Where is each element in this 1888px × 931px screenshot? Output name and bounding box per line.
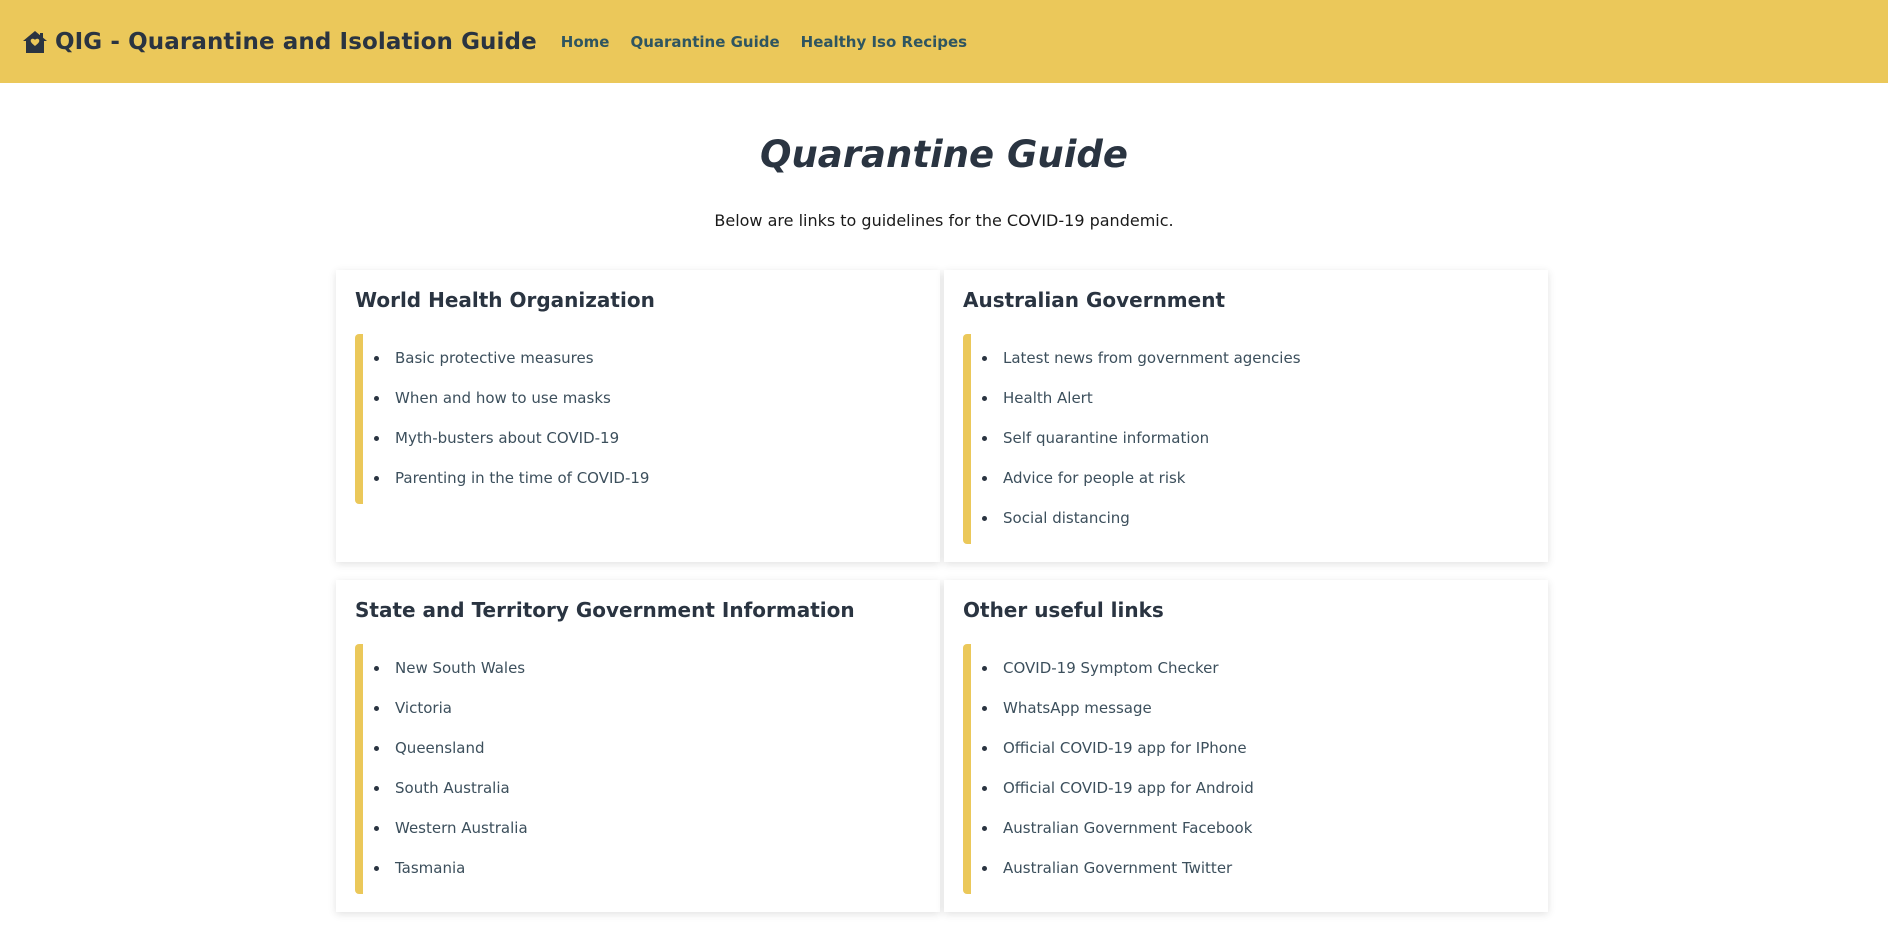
list-item: Victoria xyxy=(374,698,921,718)
link[interactable]: New South Wales xyxy=(395,659,525,677)
nav-link-home[interactable]: Home xyxy=(561,33,610,51)
link[interactable]: Official COVID-19 app for IPhone xyxy=(1003,739,1247,757)
link[interactable]: Parenting in the time of COVID-19 xyxy=(395,469,649,487)
link[interactable]: COVID-19 Symptom Checker xyxy=(1003,659,1219,677)
page-title: Quarantine Guide xyxy=(760,133,1128,176)
page-intro: Below are links to guidelines for the CO… xyxy=(714,211,1174,230)
card-other-useful-links: Other useful links COVID-19 Symptom Chec… xyxy=(944,580,1548,912)
main-content: Quarantine Guide Below are links to guid… xyxy=(336,136,1552,912)
link[interactable]: When and how to use masks xyxy=(395,389,611,407)
link-list: Latest news from government agencies Hea… xyxy=(963,334,1529,544)
list-item: When and how to use masks xyxy=(374,388,921,408)
list-item: Basic protective measures xyxy=(374,348,921,368)
link[interactable]: Basic protective measures xyxy=(395,349,594,367)
link[interactable]: Australian Government Twitter xyxy=(1003,859,1232,877)
list-item: Official COVID-19 app for IPhone xyxy=(982,738,1529,758)
list-item: Queensland xyxy=(374,738,921,758)
card-title: Australian Government xyxy=(963,288,1226,312)
list-item: Western Australia xyxy=(374,818,921,838)
card-grid: World Health Organization Basic protecti… xyxy=(336,270,1552,912)
nav-link-healthy-iso-recipes[interactable]: Healthy Iso Recipes xyxy=(801,33,967,51)
brand-title: QIG - Quarantine and Isolation Guide xyxy=(55,28,537,55)
link[interactable]: WhatsApp message xyxy=(1003,699,1152,717)
link-list: New South Wales Victoria Queensland Sout… xyxy=(355,644,921,894)
list-item: Australian Government Facebook xyxy=(982,818,1529,838)
card-state-territory-government: State and Territory Government Informati… xyxy=(336,580,940,912)
card-australian-government: Australian Government Latest news from g… xyxy=(944,270,1548,562)
card-world-health-organization: World Health Organization Basic protecti… xyxy=(336,270,940,562)
list-item: Australian Government Twitter xyxy=(982,858,1529,878)
link[interactable]: Tasmania xyxy=(395,859,465,877)
link-list: Basic protective measures When and how t… xyxy=(355,334,921,504)
link[interactable]: Myth-busters about COVID-19 xyxy=(395,429,619,447)
nav-link-quarantine-guide[interactable]: Quarantine Guide xyxy=(630,33,779,51)
top-navbar: QIG - Quarantine and Isolation Guide Hom… xyxy=(0,0,1888,83)
list-item: Official COVID-19 app for Android xyxy=(982,778,1529,798)
list-item: WhatsApp message xyxy=(982,698,1529,718)
list-item: Self quarantine information xyxy=(982,428,1529,448)
link[interactable]: Australian Government Facebook xyxy=(1003,819,1252,837)
list-item: Health Alert xyxy=(982,388,1529,408)
link[interactable]: Latest news from government agencies xyxy=(1003,349,1301,367)
link[interactable]: Health Alert xyxy=(1003,389,1093,407)
link[interactable]: Self quarantine information xyxy=(1003,429,1209,447)
list-item: Myth-busters about COVID-19 xyxy=(374,428,921,448)
list-item: South Australia xyxy=(374,778,921,798)
list-item: Tasmania xyxy=(374,858,921,878)
link[interactable]: Social distancing xyxy=(1003,509,1130,527)
house-icon xyxy=(21,28,49,56)
brand-link[interactable]: QIG - Quarantine and Isolation Guide xyxy=(21,28,537,56)
list-item: New South Wales xyxy=(374,658,921,678)
list-item: Latest news from government agencies xyxy=(982,348,1529,368)
list-item: Advice for people at risk xyxy=(982,468,1529,488)
link[interactable]: Official COVID-19 app for Android xyxy=(1003,779,1254,797)
list-item: Social distancing xyxy=(982,508,1529,528)
link[interactable]: Victoria xyxy=(395,699,452,717)
card-title: World Health Organization xyxy=(355,288,655,312)
list-item: Parenting in the time of COVID-19 xyxy=(374,468,921,488)
list-item: COVID-19 Symptom Checker xyxy=(982,658,1529,678)
link[interactable]: South Australia xyxy=(395,779,510,797)
link-list: COVID-19 Symptom Checker WhatsApp messag… xyxy=(963,644,1529,894)
card-title: State and Territory Government Informati… xyxy=(355,598,855,622)
link[interactable]: Queensland xyxy=(395,739,484,757)
card-title: Other useful links xyxy=(963,598,1164,622)
link[interactable]: Advice for people at risk xyxy=(1003,469,1186,487)
nav-links: Home Quarantine Guide Healthy Iso Recipe… xyxy=(561,33,988,51)
link[interactable]: Western Australia xyxy=(395,819,528,837)
